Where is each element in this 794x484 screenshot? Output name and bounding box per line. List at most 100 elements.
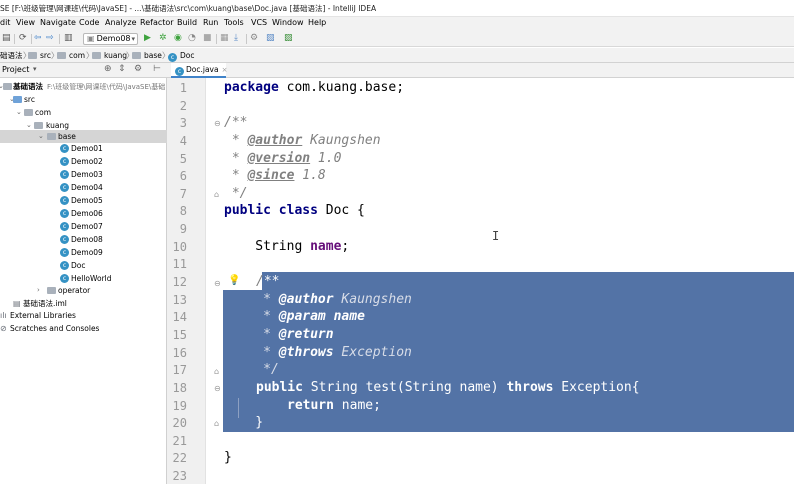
- tree-item-demo01[interactable]: c Demo01: [0, 142, 167, 155]
- doc-comment: Kaungshen: [302, 133, 381, 148]
- project-view-selector[interactable]: Project: [2, 65, 29, 74]
- tree-item-demo08[interactable]: c Demo08: [0, 233, 167, 246]
- attach-debugger-icon[interactable]: ▦: [220, 33, 229, 44]
- coverage-icon[interactable]: ◉: [174, 33, 182, 44]
- breadcrumb-item-com[interactable]: com: [57, 50, 85, 61]
- code-editor[interactable]: 1 2 3 4 5 6 7 8 9 10 11 12 13 14 15 16 1…: [167, 78, 794, 484]
- fold-marker-icon[interactable]: ⊖: [214, 119, 221, 129]
- tree-label: Demo08: [71, 235, 103, 244]
- menu-navigate[interactable]: Navigate: [40, 18, 76, 27]
- settings-icon[interactable]: ⚙: [134, 64, 142, 74]
- sdk-manager-icon[interactable]: ▧: [266, 33, 275, 44]
- tree-item-demo02[interactable]: c Demo02: [0, 155, 167, 168]
- code-text: Exception{: [553, 380, 640, 395]
- locate-file-icon[interactable]: ⊕: [104, 64, 112, 74]
- forward-icon[interactable]: ⇨: [46, 33, 54, 44]
- tree-item-demo03[interactable]: c Demo03: [0, 168, 167, 181]
- lightbulb-icon[interactable]: 💡: [228, 275, 240, 286]
- tree-item-operator[interactable]: › operator: [0, 284, 167, 297]
- menu-help[interactable]: Help: [308, 18, 326, 27]
- breadcrumb-item-src[interactable]: src: [28, 50, 51, 61]
- code-text: String: [224, 239, 311, 254]
- code-keyword: package: [224, 80, 279, 95]
- class-icon: c: [60, 144, 69, 153]
- line-number: 9: [179, 222, 187, 236]
- tree-item-demo04[interactable]: c Demo04: [0, 181, 167, 194]
- code-text: com.kuang.base;: [278, 80, 405, 95]
- breadcrumb-item-base[interactable]: base: [132, 50, 162, 61]
- update-running-icon[interactable]: ⤓: [234, 33, 238, 44]
- menu-refactor[interactable]: Refactor: [140, 18, 174, 27]
- tree-item-demo06[interactable]: c Demo06: [0, 207, 167, 220]
- tree-item-demo09[interactable]: c Demo09: [0, 246, 167, 259]
- breadcrumb-label: base: [144, 51, 162, 60]
- doc-comment: Kaungshen: [333, 292, 412, 307]
- chevron-down-icon: ▾: [131, 35, 135, 43]
- code-line: /**: [256, 273, 279, 291]
- doc-comment: *: [224, 309, 279, 324]
- project-structure-icon[interactable]: ⚙: [250, 33, 258, 44]
- breadcrumb-label: kuang: [104, 51, 127, 60]
- doc-comment: 1.0: [310, 151, 342, 166]
- folder-icon: [132, 52, 141, 59]
- tree-item-scratches[interactable]: ⊘ Scratches and Consoles: [0, 322, 167, 335]
- line-number: 16: [172, 346, 187, 360]
- menu-window[interactable]: Window: [272, 18, 304, 27]
- code-line: * @author Kaungshen: [224, 291, 412, 309]
- database-icon[interactable]: ▨: [284, 33, 293, 44]
- tree-item-doc[interactable]: c Doc: [0, 259, 167, 272]
- doc-tag: name: [325, 309, 365, 324]
- line-number: 8: [179, 204, 187, 218]
- save-icon[interactable]: ▤: [2, 33, 11, 44]
- collapse-all-icon[interactable]: ⇕: [118, 64, 126, 74]
- tab-doc-java[interactable]: c Doc.java ×: [171, 63, 228, 78]
- fold-marker-icon[interactable]: ⊖: [214, 279, 221, 289]
- tree-label: operator: [58, 286, 91, 295]
- menu-view[interactable]: View: [16, 18, 35, 27]
- tree-label: 基础语法: [13, 82, 43, 91]
- code-keyword: throws: [506, 380, 554, 395]
- menu-build[interactable]: Build: [177, 18, 197, 27]
- fold-marker-icon[interactable]: ⌂: [214, 190, 219, 200]
- run-configuration-select[interactable]: ▣ Demo08 ▾: [83, 33, 138, 45]
- fold-marker-icon[interactable]: ⊖: [214, 384, 221, 394]
- breadcrumb-item-doc[interactable]: c Doc: [168, 50, 195, 62]
- code-line: * @param name: [224, 308, 365, 326]
- code-text: Doc {: [317, 203, 365, 218]
- menu-tools[interactable]: Tools: [224, 18, 244, 27]
- tree-item-external-libraries[interactable]: ılı External Libraries: [0, 309, 167, 322]
- breadcrumb-item-kuang[interactable]: kuang: [92, 50, 127, 61]
- code-line: */: [224, 186, 248, 201]
- breadcrumb-label: Doc: [180, 51, 195, 60]
- run-icon[interactable]: ▶: [144, 33, 151, 44]
- fold-marker-icon[interactable]: ⌂: [214, 367, 219, 377]
- menu-code[interactable]: Code: [79, 18, 99, 27]
- line-number: 22: [172, 451, 187, 465]
- tree-item-demo05[interactable]: c Demo05: [0, 194, 167, 207]
- debug-icon[interactable]: ✲: [159, 33, 167, 44]
- hide-panel-icon[interactable]: ⊢: [153, 64, 161, 74]
- menu-vcs[interactable]: VCS: [251, 18, 267, 27]
- menu-analyze[interactable]: Analyze: [105, 18, 137, 27]
- menu-edit[interactable]: dit: [0, 18, 10, 27]
- build-project-icon[interactable]: ▥: [64, 33, 73, 44]
- tree-item-src[interactable]: ⌄ src: [0, 93, 167, 106]
- code-text: name;: [333, 398, 381, 413]
- stop-icon[interactable]: ■: [203, 33, 212, 44]
- sync-icon[interactable]: ⟳: [19, 33, 27, 44]
- tree-item-root[interactable]: ⌄ 基础语法 F:\班级管理\网课班\代码\JavaSE\基础: [0, 80, 167, 93]
- fold-marker-icon[interactable]: ⌂: [214, 419, 219, 429]
- back-icon[interactable]: ⇦: [34, 33, 42, 44]
- menu-run[interactable]: Run: [203, 18, 218, 27]
- breadcrumb-item-project[interactable]: 础语法: [0, 50, 23, 61]
- chevron-down-icon[interactable]: ▾: [33, 65, 37, 73]
- tree-item-demo07[interactable]: c Demo07: [0, 220, 167, 233]
- close-icon[interactable]: ×: [222, 66, 228, 74]
- tree-item-com[interactable]: ⌄ com: [0, 106, 167, 119]
- source-folder-icon: [13, 96, 22, 103]
- profile-icon[interactable]: ◔: [188, 33, 196, 44]
- line-number: 21: [172, 434, 187, 448]
- class-icon: c: [60, 222, 69, 231]
- code-line: /**: [224, 115, 248, 130]
- doc-comment: **: [263, 274, 280, 289]
